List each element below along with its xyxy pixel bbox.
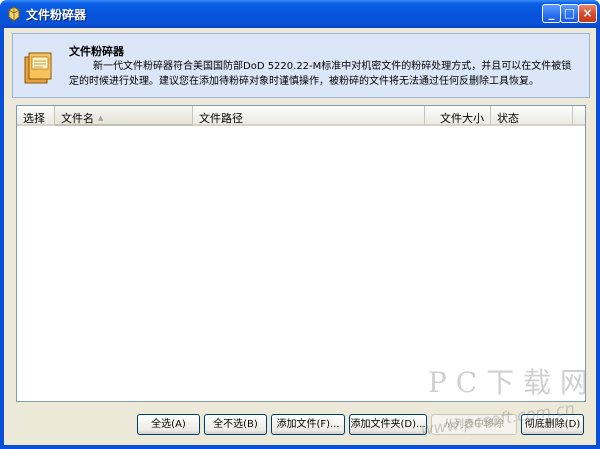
column-header-select[interactable]: 选择 [17,106,55,126]
close-icon: × [582,6,593,20]
column-label: 文件路径 [199,112,243,125]
app-icon [8,6,20,22]
column-header-filler [573,106,585,126]
header-description: 新一代文件粉碎器符合美国国防部DoD 5220.22-M标准中对机密文件的粉碎处… [69,61,572,87]
column-header-size[interactable]: 文件大小 [425,106,491,126]
column-label: 文件大小 [440,112,484,125]
add-folder-button[interactable]: 添加文件夹(D)... [349,414,427,435]
file-list[interactable]: 选择 文件名 ▲ 文件路径 文件大小 状态 [16,105,586,402]
maximize-icon: □ [563,6,576,20]
select-all-button[interactable]: 全选(A) [137,414,200,435]
shredder-icon [24,52,52,84]
column-label: 选择 [23,112,45,125]
add-file-button[interactable]: 添加文件(F)... [271,414,345,435]
column-header-status[interactable]: 状态 [491,106,573,126]
title-bar[interactable]: 文件粉碎器 _ □ × [0,0,600,28]
shred-button[interactable]: 彻底删除(D) [521,414,584,435]
window-title: 文件粉碎器 [26,8,87,22]
window: 文件粉碎器 _ □ × 文件粉碎器 新一代文件粉碎器符合美国国防部DoD 522… [0,0,600,449]
column-label: 状态 [497,112,519,125]
column-header-filename[interactable]: 文件名 ▲ [55,106,193,126]
column-label: 文件名 [61,112,94,125]
client-area: 文件粉碎器 新一代文件粉碎器符合美国国防部DoD 5220.22-M标准中对机密… [4,28,596,445]
header-title: 文件粉碎器 [69,45,124,58]
minimize-icon: _ [548,6,555,20]
close-button[interactable]: × [578,4,597,23]
remove-from-list-button[interactable]: 从列表中移除 [431,414,517,435]
sort-ascending-icon: ▲ [98,114,104,122]
maximize-button[interactable]: □ [560,4,579,23]
minimize-button[interactable]: _ [542,4,561,23]
select-none-button[interactable]: 全不选(B) [204,414,267,435]
column-header-path[interactable]: 文件路径 [193,106,425,126]
header-panel: 文件粉碎器 新一代文件粉碎器符合美国国防部DoD 5220.22-M标准中对机密… [12,33,590,98]
